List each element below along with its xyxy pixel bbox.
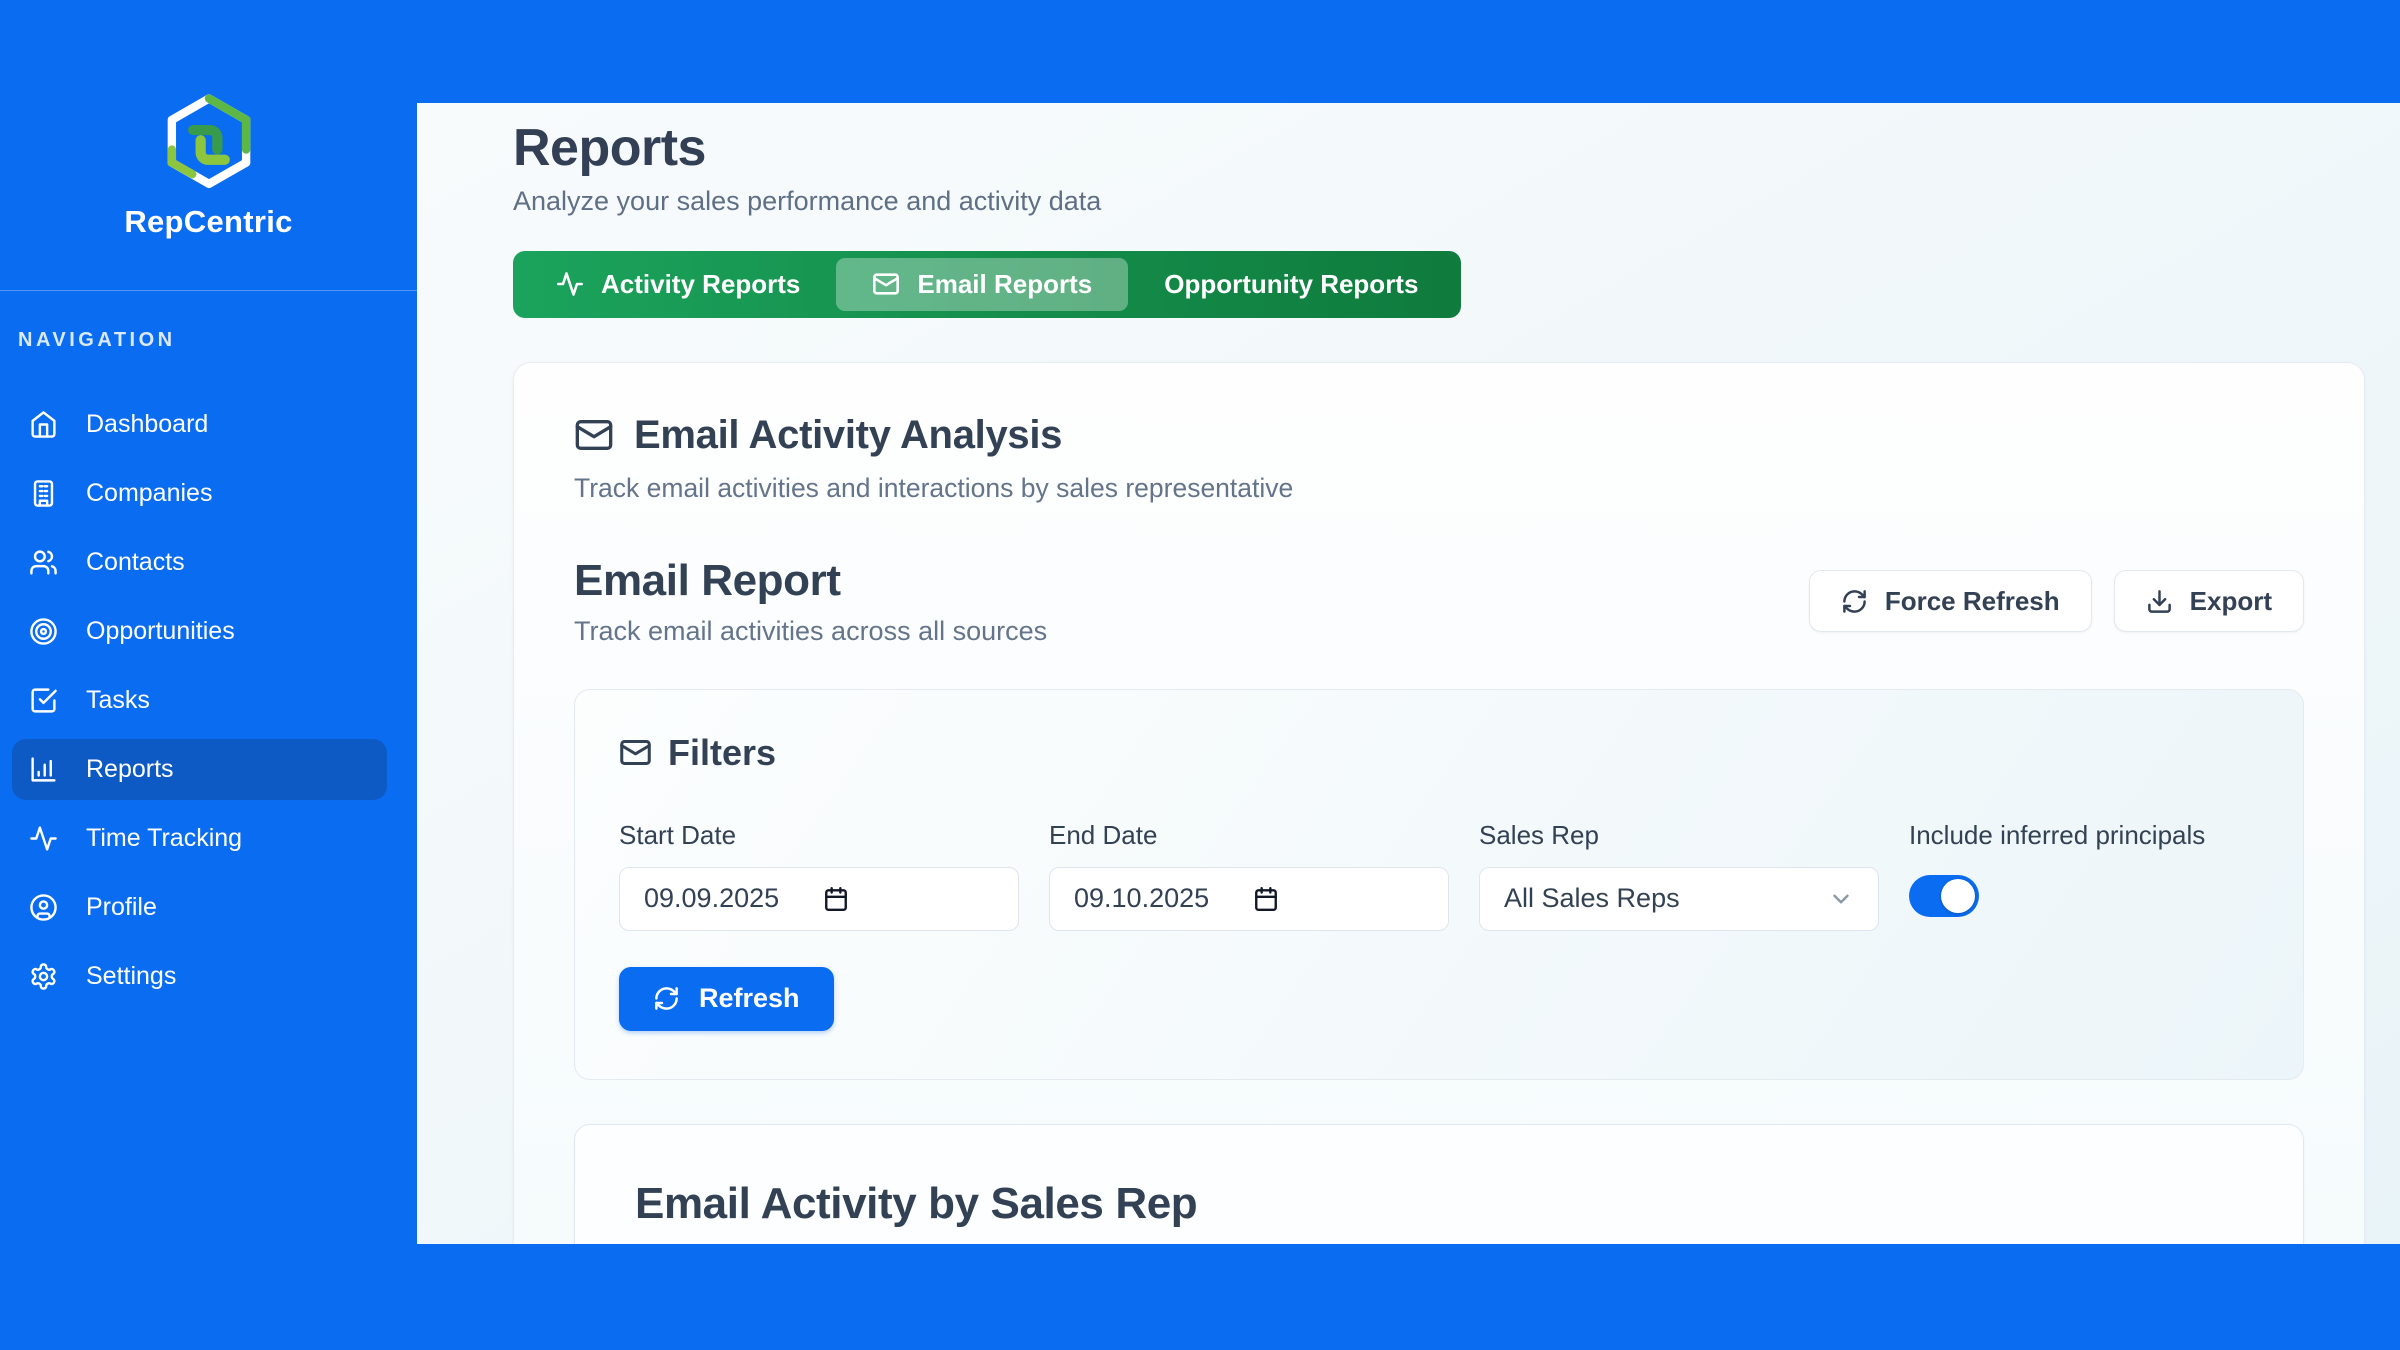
analysis-subtitle: Track email activities and interactions …	[574, 473, 2304, 504]
repcentric-logo-icon	[161, 92, 257, 196]
sidebar-item-label: Reports	[86, 755, 174, 784]
page-subtitle: Analyze your sales performance and activ…	[513, 186, 2365, 217]
gear-icon	[29, 962, 58, 991]
include-inferred-label: Include inferred principals	[1909, 820, 2259, 851]
calendar-icon[interactable]	[823, 886, 849, 912]
end-date-input[interactable]: 09.10.2025	[1049, 867, 1449, 931]
sidebar-item-label: Opportunities	[86, 617, 235, 646]
sidebar-item-label: Companies	[86, 479, 212, 508]
start-date-input[interactable]: 09.09.2025	[619, 867, 1019, 931]
start-date-value: 09.09.2025	[644, 883, 779, 914]
sales-rep-field-group: Sales Rep All Sales Reps	[1479, 820, 1879, 931]
activity-by-rep-title: Email Activity by Sales Rep	[635, 1179, 2243, 1229]
brand-logo: RepCentric	[0, 0, 417, 240]
sales-rep-label: Sales Rep	[1479, 820, 1879, 851]
refresh-icon	[653, 985, 680, 1012]
chevron-down-icon	[1828, 886, 1854, 912]
end-date-label: End Date	[1049, 820, 1449, 851]
users-icon	[29, 548, 58, 577]
activity-icon	[29, 824, 58, 853]
tab-label: Activity Reports	[601, 269, 800, 300]
activity-by-rep-subtitle: Summary of email activities for each sal…	[635, 1242, 2243, 1244]
sidebar-item-time-tracking[interactable]: Time Tracking	[12, 808, 387, 869]
sidebar-item-companies[interactable]: Companies	[12, 463, 387, 524]
brand-name: RepCentric	[0, 204, 417, 240]
user-circle-icon	[29, 893, 58, 922]
check-square-icon	[29, 686, 58, 715]
sidebar-item-contacts[interactable]: Contacts	[12, 532, 387, 593]
mail-icon	[872, 270, 900, 298]
sidebar-item-profile[interactable]: Profile	[12, 877, 387, 938]
sidebar-item-reports[interactable]: Reports	[12, 739, 387, 800]
tab-label: Email Reports	[917, 269, 1092, 300]
page-title: Reports	[513, 119, 2365, 179]
start-date-field-group: Start Date 09.09.2025	[619, 820, 1019, 931]
report-heading-block: Email Report Track email activities acro…	[574, 556, 1047, 647]
include-inferred-field-group: Include inferred principals	[1909, 820, 2259, 931]
download-icon	[2146, 588, 2173, 615]
email-activity-analysis-card: Email Activity Analysis Track email acti…	[513, 362, 2365, 1244]
start-date-label: Start Date	[619, 820, 1019, 851]
target-icon	[29, 617, 58, 646]
refresh-button[interactable]: Refresh	[619, 967, 834, 1031]
sales-rep-select[interactable]: All Sales Reps	[1479, 867, 1879, 931]
include-inferred-toggle[interactable]	[1909, 875, 1979, 917]
tab-email-reports[interactable]: Email Reports	[836, 258, 1128, 311]
sidebar-item-tasks[interactable]: Tasks	[12, 670, 387, 731]
home-icon	[29, 410, 58, 439]
sidebar-item-dashboard[interactable]: Dashboard	[12, 394, 387, 455]
toggle-knob	[1941, 879, 1975, 913]
sidebar-item-settings[interactable]: Settings	[12, 946, 387, 1007]
calendar-icon[interactable]	[1253, 886, 1279, 912]
mail-icon	[619, 736, 652, 769]
refresh-icon	[1841, 588, 1868, 615]
sidebar-item-label: Settings	[86, 962, 176, 991]
sidebar-nav: Dashboard Companies Contacts Opportuniti…	[0, 394, 417, 1007]
bar-chart-icon	[29, 755, 58, 784]
report-tabs: Activity Reports Email Reports Opportuni…	[513, 251, 1461, 318]
activity-icon	[556, 270, 584, 298]
nav-section-label: NAVIGATION	[18, 329, 417, 352]
sidebar-item-label: Profile	[86, 893, 157, 922]
sidebar-item-label: Time Tracking	[86, 824, 242, 853]
filters-title: Filters	[668, 732, 776, 774]
filter-grid: Start Date 09.09.2025 End Date 09.10.202…	[619, 820, 2259, 931]
report-title: Email Report	[574, 556, 1047, 606]
mail-icon	[574, 415, 614, 455]
report-actions: Force Refresh Export	[1809, 570, 2304, 632]
sidebar: RepCentric NAVIGATION Dashboard Companie…	[0, 0, 417, 1350]
end-date-value: 09.10.2025	[1074, 883, 1209, 914]
sidebar-divider	[0, 290, 417, 291]
email-activity-by-rep-card: Email Activity by Sales Rep Summary of e…	[574, 1124, 2304, 1244]
export-label: Export	[2190, 586, 2272, 617]
export-button[interactable]: Export	[2114, 570, 2304, 632]
sidebar-item-label: Tasks	[86, 686, 150, 715]
sidebar-item-label: Dashboard	[86, 410, 208, 439]
sidebar-item-opportunities[interactable]: Opportunities	[12, 601, 387, 662]
building-icon	[29, 479, 58, 508]
analysis-title: Email Activity Analysis	[634, 413, 1062, 458]
main-content: Reports Analyze your sales performance a…	[417, 103, 2400, 1244]
force-refresh-label: Force Refresh	[1885, 586, 2060, 617]
tab-label: Opportunity Reports	[1164, 269, 1418, 300]
sales-rep-value: All Sales Reps	[1504, 883, 1680, 914]
tab-activity-reports[interactable]: Activity Reports	[520, 258, 836, 311]
force-refresh-button[interactable]: Force Refresh	[1809, 570, 2092, 632]
sidebar-item-label: Contacts	[86, 548, 185, 577]
filters-card: Filters Start Date 09.09.2025 End Dat	[574, 689, 2304, 1080]
tab-opportunity-reports[interactable]: Opportunity Reports	[1128, 258, 1454, 311]
refresh-label: Refresh	[699, 983, 800, 1014]
report-subtitle: Track email activities across all source…	[574, 616, 1047, 647]
app-root: RepCentric NAVIGATION Dashboard Companie…	[0, 0, 2400, 1350]
end-date-field-group: End Date 09.10.2025	[1049, 820, 1449, 931]
